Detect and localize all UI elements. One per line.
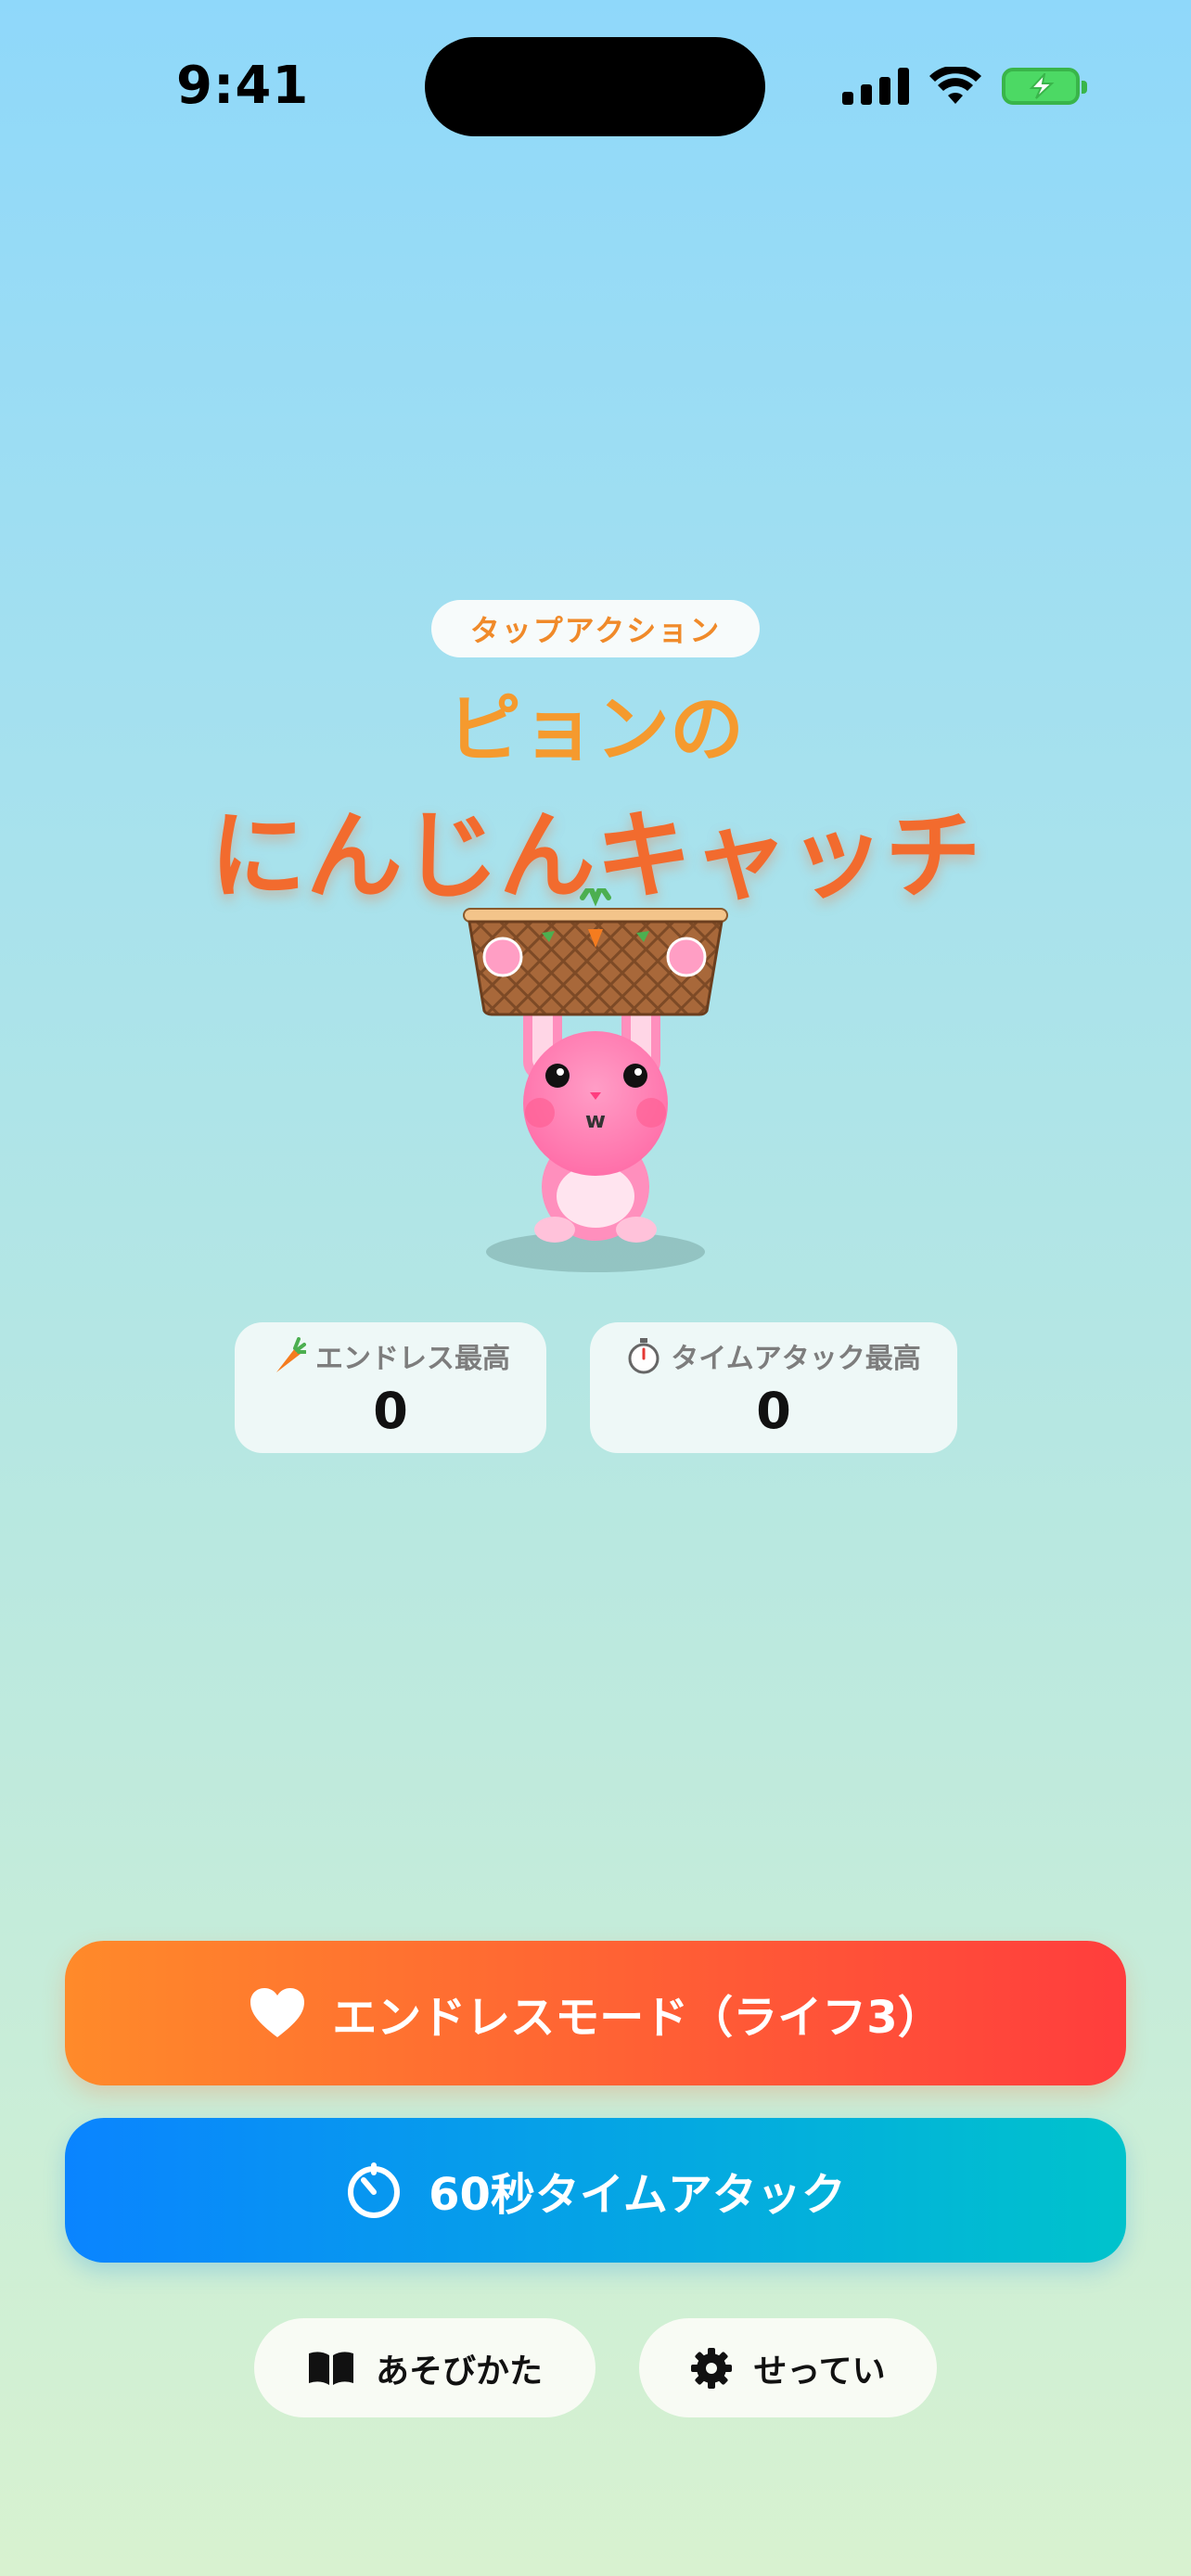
endless-mode-button[interactable]: エンドレスモード（ライフ3） [65, 1941, 1126, 2085]
settings-label: せってい [753, 2352, 886, 2391]
endless-best-card: エンドレス最高 0 [235, 1322, 546, 1453]
wifi-icon [929, 67, 981, 104]
dynamic-island [425, 37, 765, 136]
endless-mode-label: エンドレスモード（ライフ3） [332, 1992, 942, 2044]
title-line-1: ピョンの [447, 686, 744, 772]
stopwatch-icon [628, 1338, 660, 1374]
how-to-play-label: あそびかた [375, 2352, 543, 2391]
status-time: 9:41 [176, 56, 310, 116]
endless-best-value: 0 [373, 1382, 408, 1440]
book-icon [308, 2351, 353, 2385]
heart-icon [250, 1988, 305, 2037]
carrot-icon [276, 1337, 306, 1372]
battery-charging-icon [1002, 68, 1087, 105]
time-attack-button[interactable]: 60秒タイムアタック [65, 2118, 1126, 2263]
time-attack-best-value: 0 [756, 1382, 791, 1440]
time-attack-best-label: タイムアタック最高 [671, 1343, 921, 1375]
mode-badge: タップアクション [431, 600, 760, 657]
timer-icon [348, 2162, 401, 2218]
time-attack-label: 60秒タイムアタック [429, 2169, 846, 2221]
how-to-play-button[interactable]: あそびかた [254, 2318, 596, 2417]
time-attack-best-card: タイムアタック最高 0 [590, 1322, 957, 1453]
cellular-signal-icon [842, 68, 909, 105]
gear-icon [691, 2347, 733, 2389]
bunny-mascot: w [463, 888, 728, 1272]
status-icons [842, 63, 1087, 109]
settings-button[interactable]: せってい [639, 2318, 937, 2417]
endless-best-label: エンドレス最高 [315, 1343, 510, 1375]
svg-text:w: w [585, 1107, 606, 1133]
